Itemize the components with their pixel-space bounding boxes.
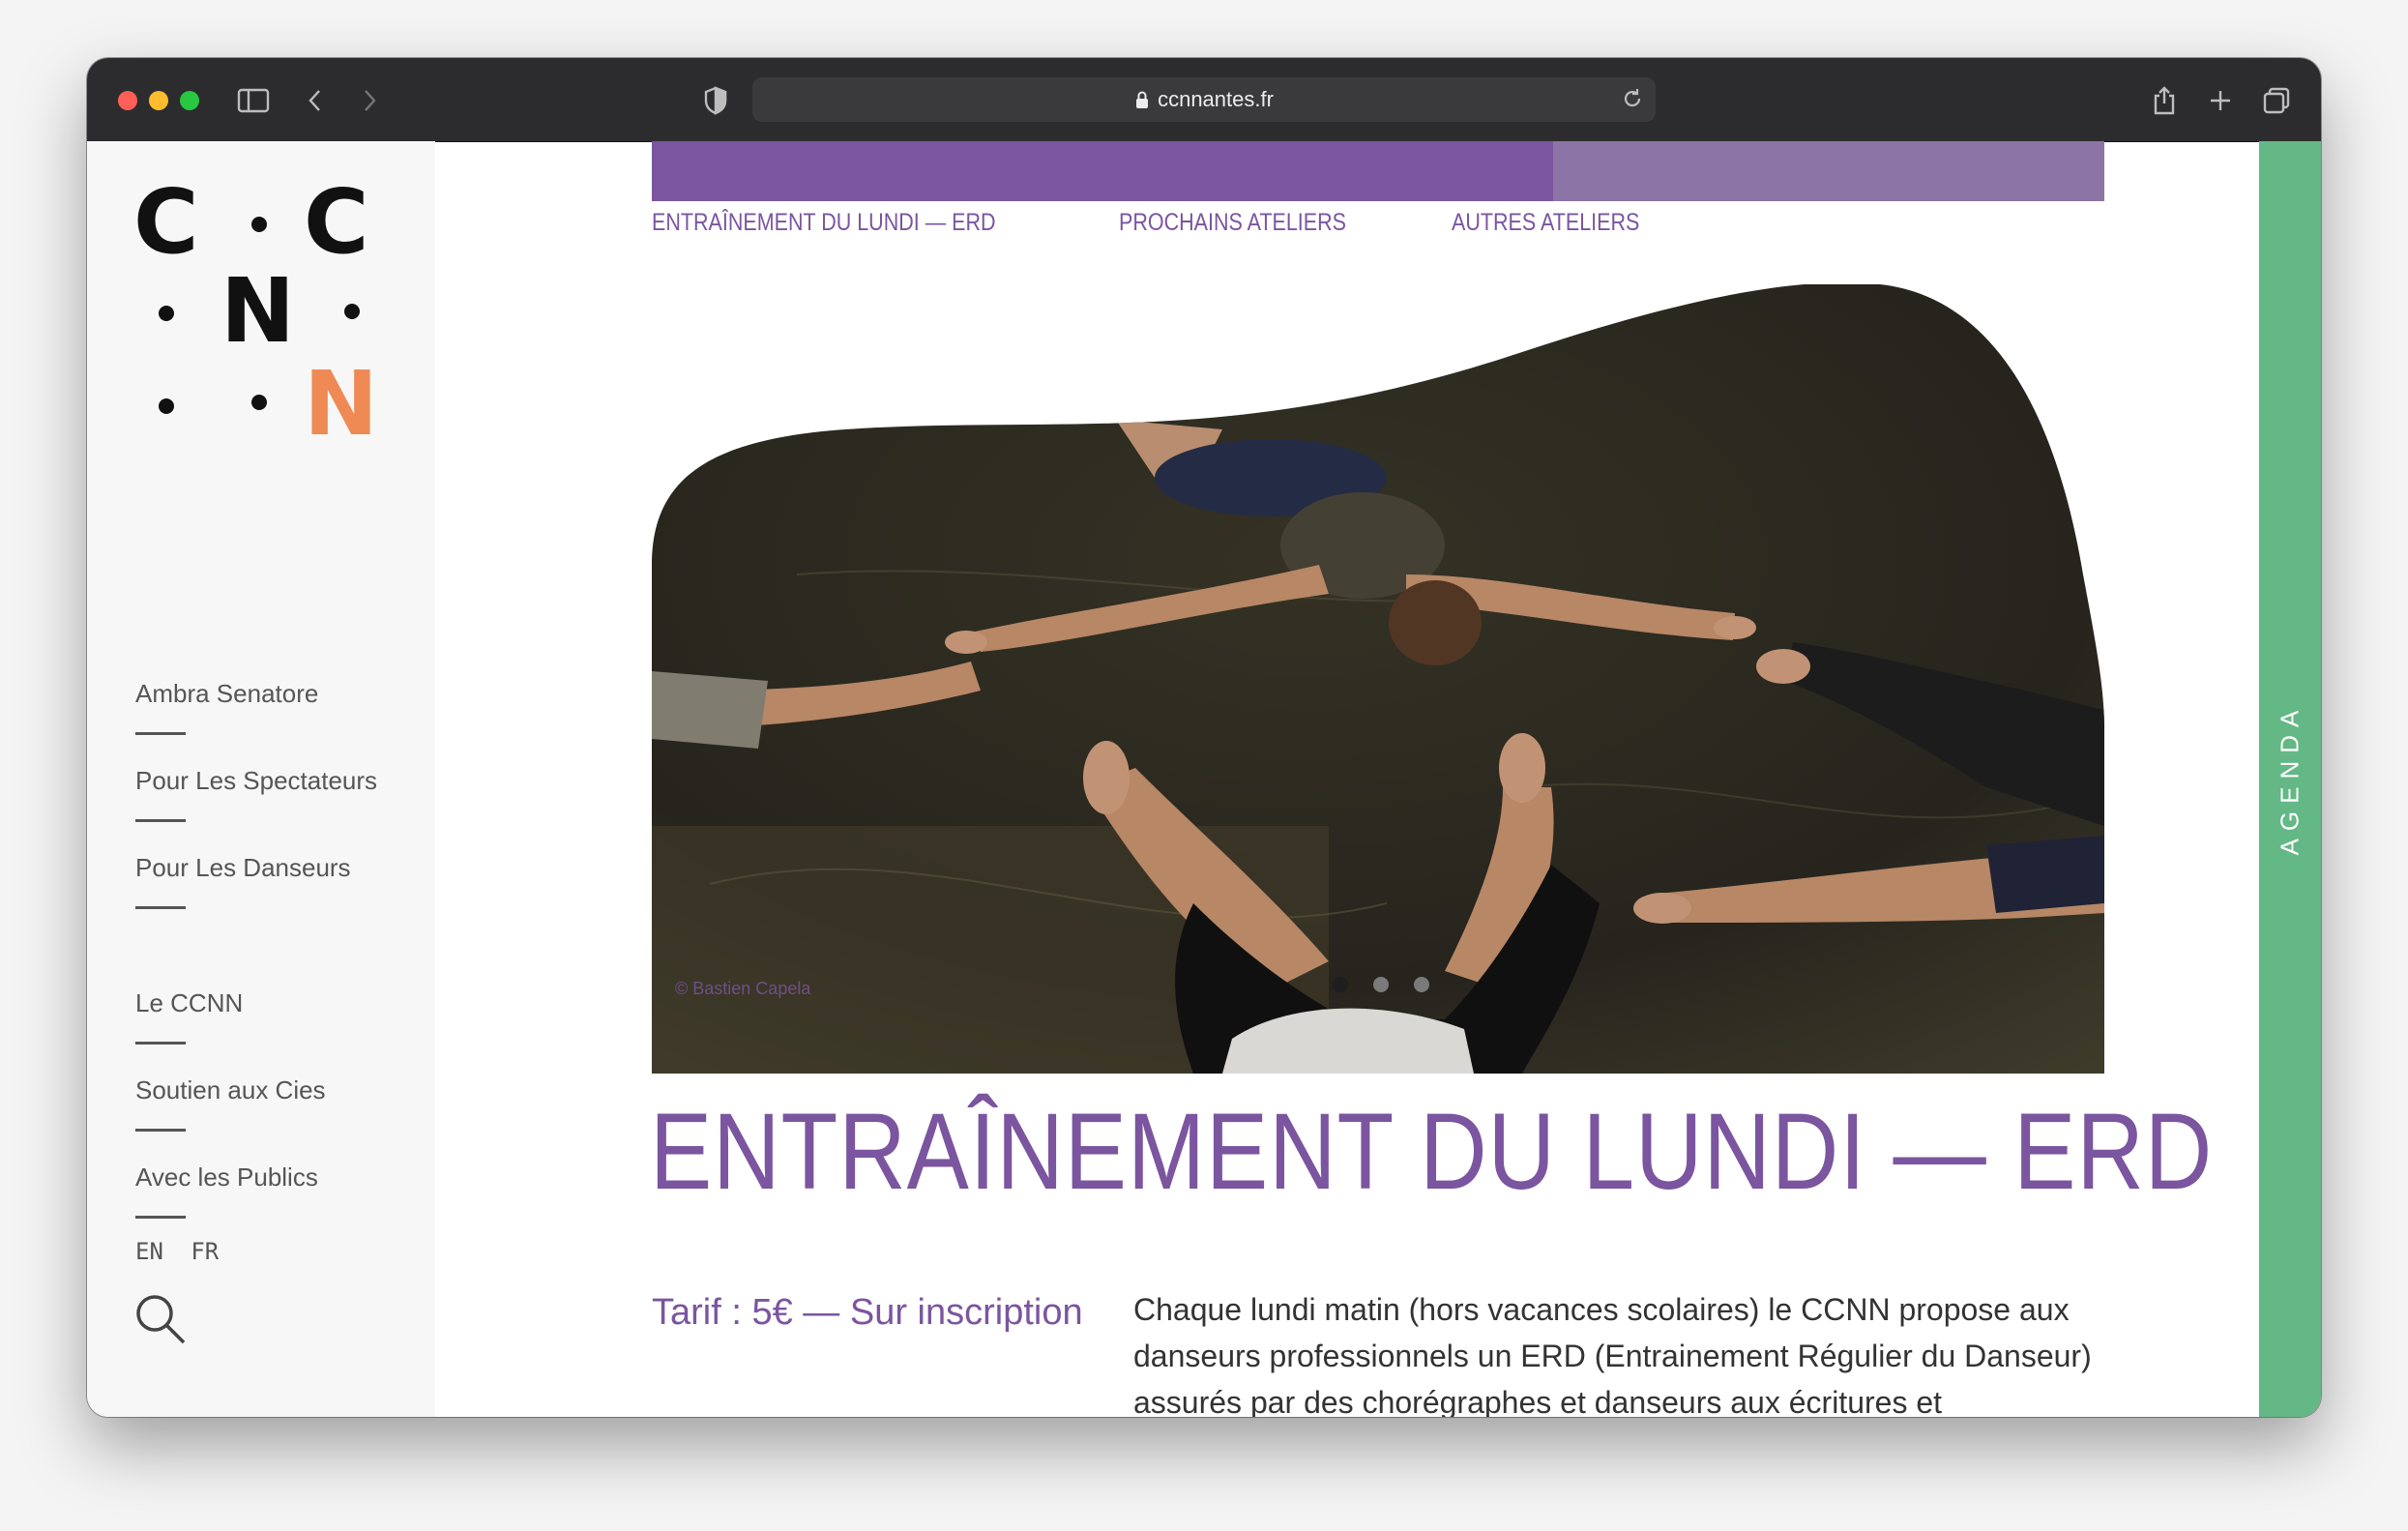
slide-dot-2[interactable] bbox=[1373, 977, 1389, 992]
description-text: Chaque lundi matin (hors vacances scolai… bbox=[1133, 1292, 2092, 1417]
divider bbox=[135, 819, 186, 822]
forward-icon[interactable] bbox=[348, 79, 391, 122]
close-window-button[interactable] bbox=[118, 91, 137, 110]
reload-icon[interactable] bbox=[1621, 87, 1644, 116]
privacy-shield-icon[interactable] bbox=[694, 79, 737, 122]
photo-credit: © Bastien Capela bbox=[675, 979, 811, 998]
tab-overview-icon[interactable] bbox=[2255, 79, 2298, 122]
share-icon[interactable] bbox=[2143, 79, 2186, 122]
divider bbox=[135, 732, 186, 735]
slideshow-pagination bbox=[1333, 977, 1429, 992]
zoom-window-button[interactable] bbox=[180, 91, 199, 110]
agenda-label: AGENDA bbox=[2275, 702, 2305, 856]
minimize-window-button[interactable] bbox=[149, 91, 168, 110]
sidebar-toggle-icon[interactable] bbox=[232, 79, 275, 122]
subnav-color-bar bbox=[652, 141, 2104, 201]
language-fr-link[interactable]: FR bbox=[191, 1238, 219, 1265]
divider bbox=[135, 906, 186, 909]
divider bbox=[135, 1216, 186, 1219]
sidebar-item-le-ccnn[interactable]: Le CCNN bbox=[135, 988, 243, 1045]
hero-slideshow[interactable] bbox=[652, 284, 2104, 1074]
logo-letter-n1: N bbox=[220, 259, 295, 363]
logo-dot bbox=[344, 304, 360, 319]
logo-letter-c2: C bbox=[304, 170, 369, 274]
sidebar-item-avec-les-publics[interactable]: Avec les Publics bbox=[135, 1163, 318, 1219]
address-bar[interactable]: ccnnantes.fr bbox=[752, 77, 1656, 122]
logo-letter-c1: C bbox=[133, 170, 199, 274]
sidebar-item-ambra-senatore[interactable]: Ambra Senatore bbox=[135, 679, 318, 735]
browser-toolbar: ccnnantes.fr bbox=[87, 58, 2321, 142]
tab-prochains-ateliers[interactable]: PROCHAINS ATELIERS bbox=[1119, 209, 1346, 237]
sidebar-item-label: Ambra Senatore bbox=[135, 679, 319, 708]
active-tab-bar bbox=[652, 141, 1553, 201]
hero-photo bbox=[652, 284, 2104, 1074]
language-en-link[interactable]: EN bbox=[135, 1238, 163, 1265]
language-switcher: EN FR bbox=[135, 1238, 232, 1265]
ccnn-logo[interactable]: C C N N bbox=[133, 178, 385, 458]
sidebar-item-pour-les-danseurs[interactable]: Pour Les Danseurs bbox=[135, 853, 351, 909]
back-icon[interactable] bbox=[294, 79, 337, 122]
sidebar-item-label: Soutien aux Cies bbox=[135, 1075, 326, 1104]
price-info: Tarif : 5€ — Sur inscription bbox=[652, 1292, 1083, 1333]
logo-dot bbox=[251, 395, 267, 410]
sidebar-item-label: Le CCNN bbox=[135, 988, 244, 1017]
sidebar-item-label: Pour Les Danseurs bbox=[135, 853, 351, 882]
inactive-tab-bar bbox=[1553, 141, 2104, 201]
section-subnav: ENTRAÎNEMENT DU LUNDI — ERD PROCHAINS AT… bbox=[652, 209, 1738, 237]
divider bbox=[135, 1129, 186, 1132]
tab-autres-ateliers[interactable]: AUTRES ATELIERS bbox=[1452, 209, 1639, 237]
logo-letter-n2: N bbox=[304, 352, 378, 456]
logo-dot bbox=[159, 306, 174, 321]
lock-icon bbox=[1134, 90, 1150, 109]
logo-dot bbox=[159, 398, 174, 414]
sidebar-item-label: Pour Les Spectateurs bbox=[135, 766, 378, 795]
agenda-side-tab[interactable]: AGENDA bbox=[2259, 141, 2321, 1417]
url-text: ccnnantes.fr bbox=[1158, 87, 1274, 111]
site-sidebar: C C N N Ambra Senatore Pour Les Spectate… bbox=[87, 141, 435, 1417]
sidebar-item-label: Avec les Publics bbox=[135, 1163, 318, 1192]
browser-window: ccnnantes.fr C C N N Ambra Senatore Pour… bbox=[87, 58, 2321, 1417]
tab-entrainement-du-lundi[interactable]: ENTRAÎNEMENT DU LUNDI — ERD bbox=[652, 209, 996, 237]
logo-dot bbox=[251, 217, 267, 232]
divider bbox=[135, 1042, 186, 1045]
page-title: ENTRAÎNEMENT DU LUNDI — ERD bbox=[650, 1091, 2214, 1212]
slide-dot-1[interactable] bbox=[1333, 977, 1348, 992]
sidebar-item-soutien-aux-cies[interactable]: Soutien aux Cies bbox=[135, 1075, 326, 1132]
new-tab-icon[interactable] bbox=[2199, 79, 2242, 122]
sidebar-item-pour-les-spectateurs[interactable]: Pour Les Spectateurs bbox=[135, 766, 377, 822]
slide-dot-3[interactable] bbox=[1414, 977, 1429, 992]
search-icon[interactable] bbox=[133, 1292, 188, 1346]
